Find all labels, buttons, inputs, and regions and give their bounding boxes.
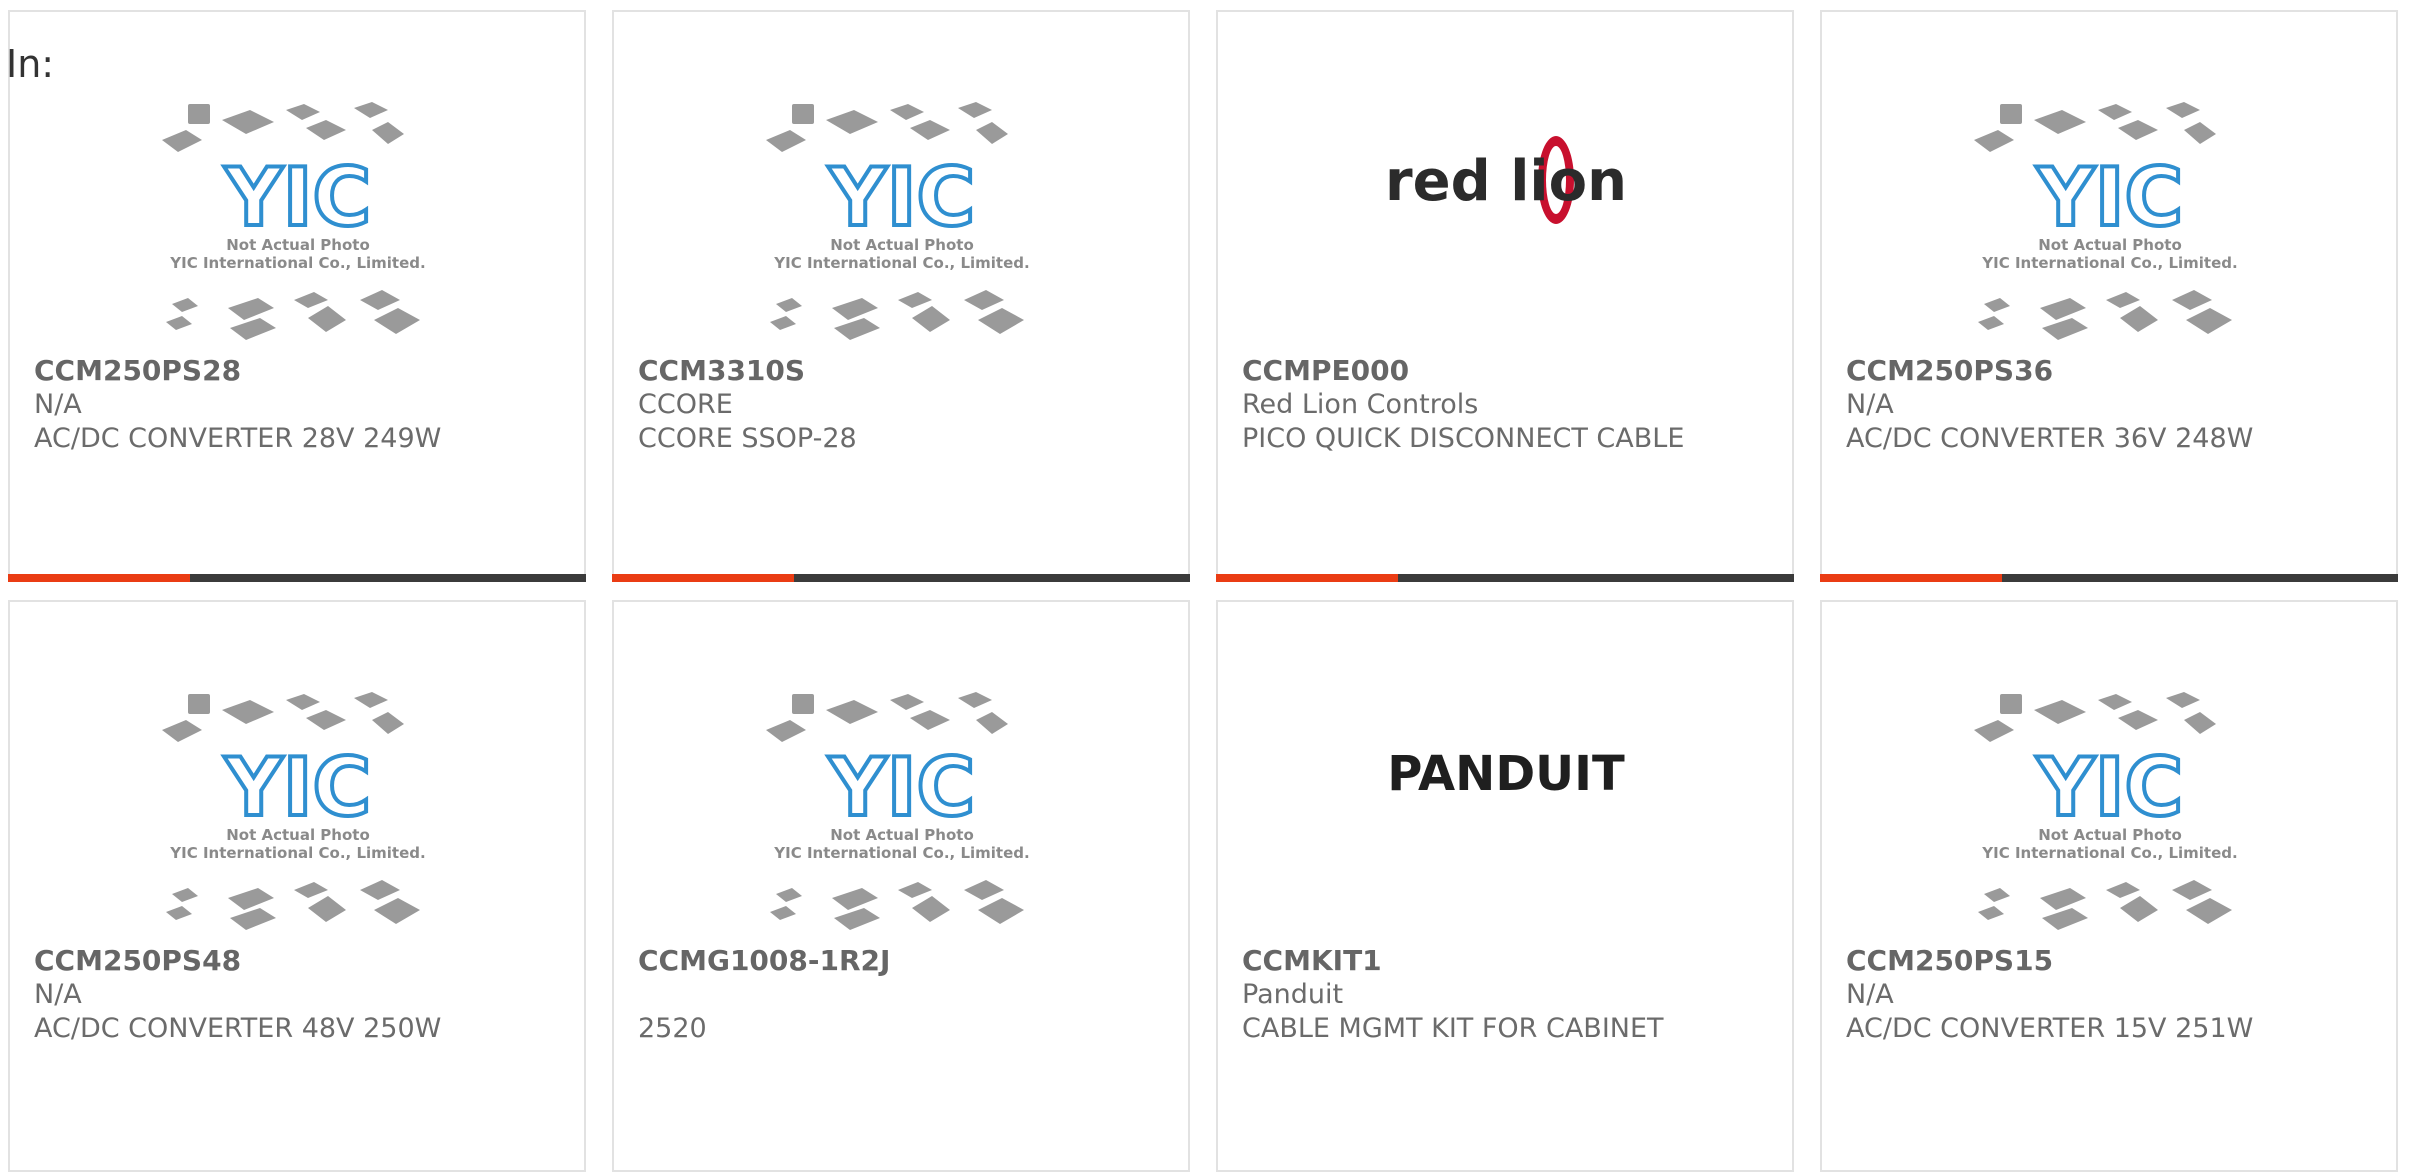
product-image-placeholder: YIC Not Actual Photo YIC International C… [158,690,438,946]
card-bottom-bar [612,574,1190,582]
card-bottom-bar [1820,574,2398,582]
chip-placeholder-icon: YIC Not Actual Photo YIC International C… [162,692,426,930]
manufacturer-label [638,978,1168,1012]
chip-placeholder-icon: YIC Not Actual Photo YIC International C… [766,692,1030,930]
product-image-placeholder: YIC Not Actual Photo YIC International C… [158,100,438,356]
part-number-link[interactable]: CCMKIT1 [1242,944,1772,978]
filter-label: In: [6,42,55,86]
svg-text:Not Actual Photo: Not Actual Photo [226,236,370,254]
yic-logo: YIC [828,151,975,244]
part-number-link[interactable]: CCM250PS28 [34,354,564,388]
card-bottom-bar [8,574,586,582]
red-lion-logo-icon: red lion [1385,136,1627,224]
svg-text:Not Actual Photo: Not Actual Photo [2038,826,2182,844]
product-info: CCMPE000 Red Lion Controls PICO QUICK DI… [1242,354,1772,456]
description-label: AC/DC CONVERTER 48V 250W [34,1013,442,1044]
svg-text:PANDUIT: PANDUIT [1387,746,1625,802]
product-card[interactable]: YIC Not Actual Photo YIC International C… [1820,600,2398,1172]
yic-logo: YIC [224,741,371,834]
product-card[interactable]: red lion CCMPE000 Red Lion Controls PICO… [1216,10,1794,582]
manufacturer-label: Red Lion Controls [1242,389,1479,420]
product-card[interactable]: YIC Not Actual Photo YIC International C… [612,10,1190,582]
description-label: 2520 [638,1013,707,1044]
svg-text:YIC International Co., Limited: YIC International Co., Limited. [169,254,425,272]
description-label: AC/DC CONVERTER 28V 249W [34,423,442,454]
part-number-link[interactable]: CCMG1008-1R2J [638,944,1168,978]
product-info: CCMKIT1 Panduit CABLE MGMT KIT FOR CABIN… [1242,944,1772,1046]
product-info: CCM250PS28 N/A AC/DC CONVERTER 28V 249W [34,354,564,456]
svg-text:Not Actual Photo: Not Actual Photo [830,826,974,844]
description-label: AC/DC CONVERTER 36V 248W [1846,423,2254,454]
product-card[interactable]: YIC Not Actual Photo YIC International C… [612,600,1190,1172]
brand-logo-image: PANDUIT [1366,690,1646,946]
part-number-link[interactable]: CCM250PS36 [1846,354,2376,388]
description-label: CABLE MGMT KIT FOR CABINET [1242,1013,1664,1044]
product-info: CCM3310S CCORE CCORE SSOP-28 [638,354,1168,456]
product-info: CCMG1008-1R2J 2520 [638,944,1168,1046]
yic-logo: YIC [2036,151,2183,244]
product-image-placeholder: YIC Not Actual Photo YIC International C… [1970,690,2250,946]
product-card[interactable]: YIC Not Actual Photo YIC International C… [8,600,586,1172]
product-image-placeholder: YIC Not Actual Photo YIC International C… [762,100,1042,356]
part-number-link[interactable]: CCMPE000 [1242,354,1772,388]
product-image-placeholder: YIC Not Actual Photo YIC International C… [1970,100,2250,356]
product-info: CCM250PS36 N/A AC/DC CONVERTER 36V 248W [1846,354,2376,456]
chip-placeholder-icon: YIC Not Actual Photo YIC International C… [766,102,1030,340]
svg-text:red lion: red lion [1385,149,1627,214]
product-card[interactable]: YIC Not Actual Photo YIC International C… [1820,10,2398,582]
manufacturer-label: Panduit [1242,979,1344,1010]
product-grid: YIC Not Actual Photo YIC International C… [8,10,2398,1172]
svg-text:YIC International Co., Limited: YIC International Co., Limited. [169,844,425,862]
manufacturer-label: N/A [1846,389,1894,420]
svg-text:YIC International Co., Limited: YIC International Co., Limited. [1981,254,2237,272]
product-card[interactable]: PANDUIT CCMKIT1 Panduit CABLE MGMT KIT F… [1216,600,1794,1172]
manufacturer-label: N/A [34,389,82,420]
manufacturer-label: N/A [34,979,82,1010]
yic-logo: YIC [828,741,975,834]
panduit-logo-icon: PANDUIT [1387,746,1625,802]
product-info: CCM250PS15 N/A AC/DC CONVERTER 15V 251W [1846,944,2376,1046]
manufacturer-label: CCORE [638,389,733,420]
svg-text:YIC International Co., Limited: YIC International Co., Limited. [773,254,1029,272]
chip-placeholder-icon: YIC Not Actual Photo YIC International C… [162,102,426,340]
product-image-placeholder: YIC Not Actual Photo YIC International C… [762,690,1042,946]
svg-text:Not Actual Photo: Not Actual Photo [830,236,974,254]
product-info: CCM250PS48 N/A AC/DC CONVERTER 48V 250W [34,944,564,1046]
chip-placeholder-icon: YIC Not Actual Photo YIC International C… [1974,102,2238,340]
part-number-link[interactable]: CCM250PS48 [34,944,564,978]
product-card[interactable]: YIC Not Actual Photo YIC International C… [8,10,586,582]
description-label: AC/DC CONVERTER 15V 251W [1846,1013,2254,1044]
chip-placeholder-icon: YIC Not Actual Photo YIC International C… [1974,692,2238,930]
description-label: PICO QUICK DISCONNECT CABLE [1242,423,1685,454]
part-number-link[interactable]: CCM250PS15 [1846,944,2376,978]
brand-logo-image: red lion [1366,100,1646,356]
card-bottom-bar [1216,574,1794,582]
yic-logo: YIC [2036,741,2183,834]
svg-text:Not Actual Photo: Not Actual Photo [2038,236,2182,254]
manufacturer-label: N/A [1846,979,1894,1010]
svg-text:Not Actual Photo: Not Actual Photo [226,826,370,844]
svg-text:YIC International Co., Limited: YIC International Co., Limited. [1981,844,2237,862]
svg-text:YIC International Co., Limited: YIC International Co., Limited. [773,844,1029,862]
description-label: CCORE SSOP-28 [638,423,857,454]
yic-logo: YIC [224,151,371,244]
part-number-link[interactable]: CCM3310S [638,354,1168,388]
